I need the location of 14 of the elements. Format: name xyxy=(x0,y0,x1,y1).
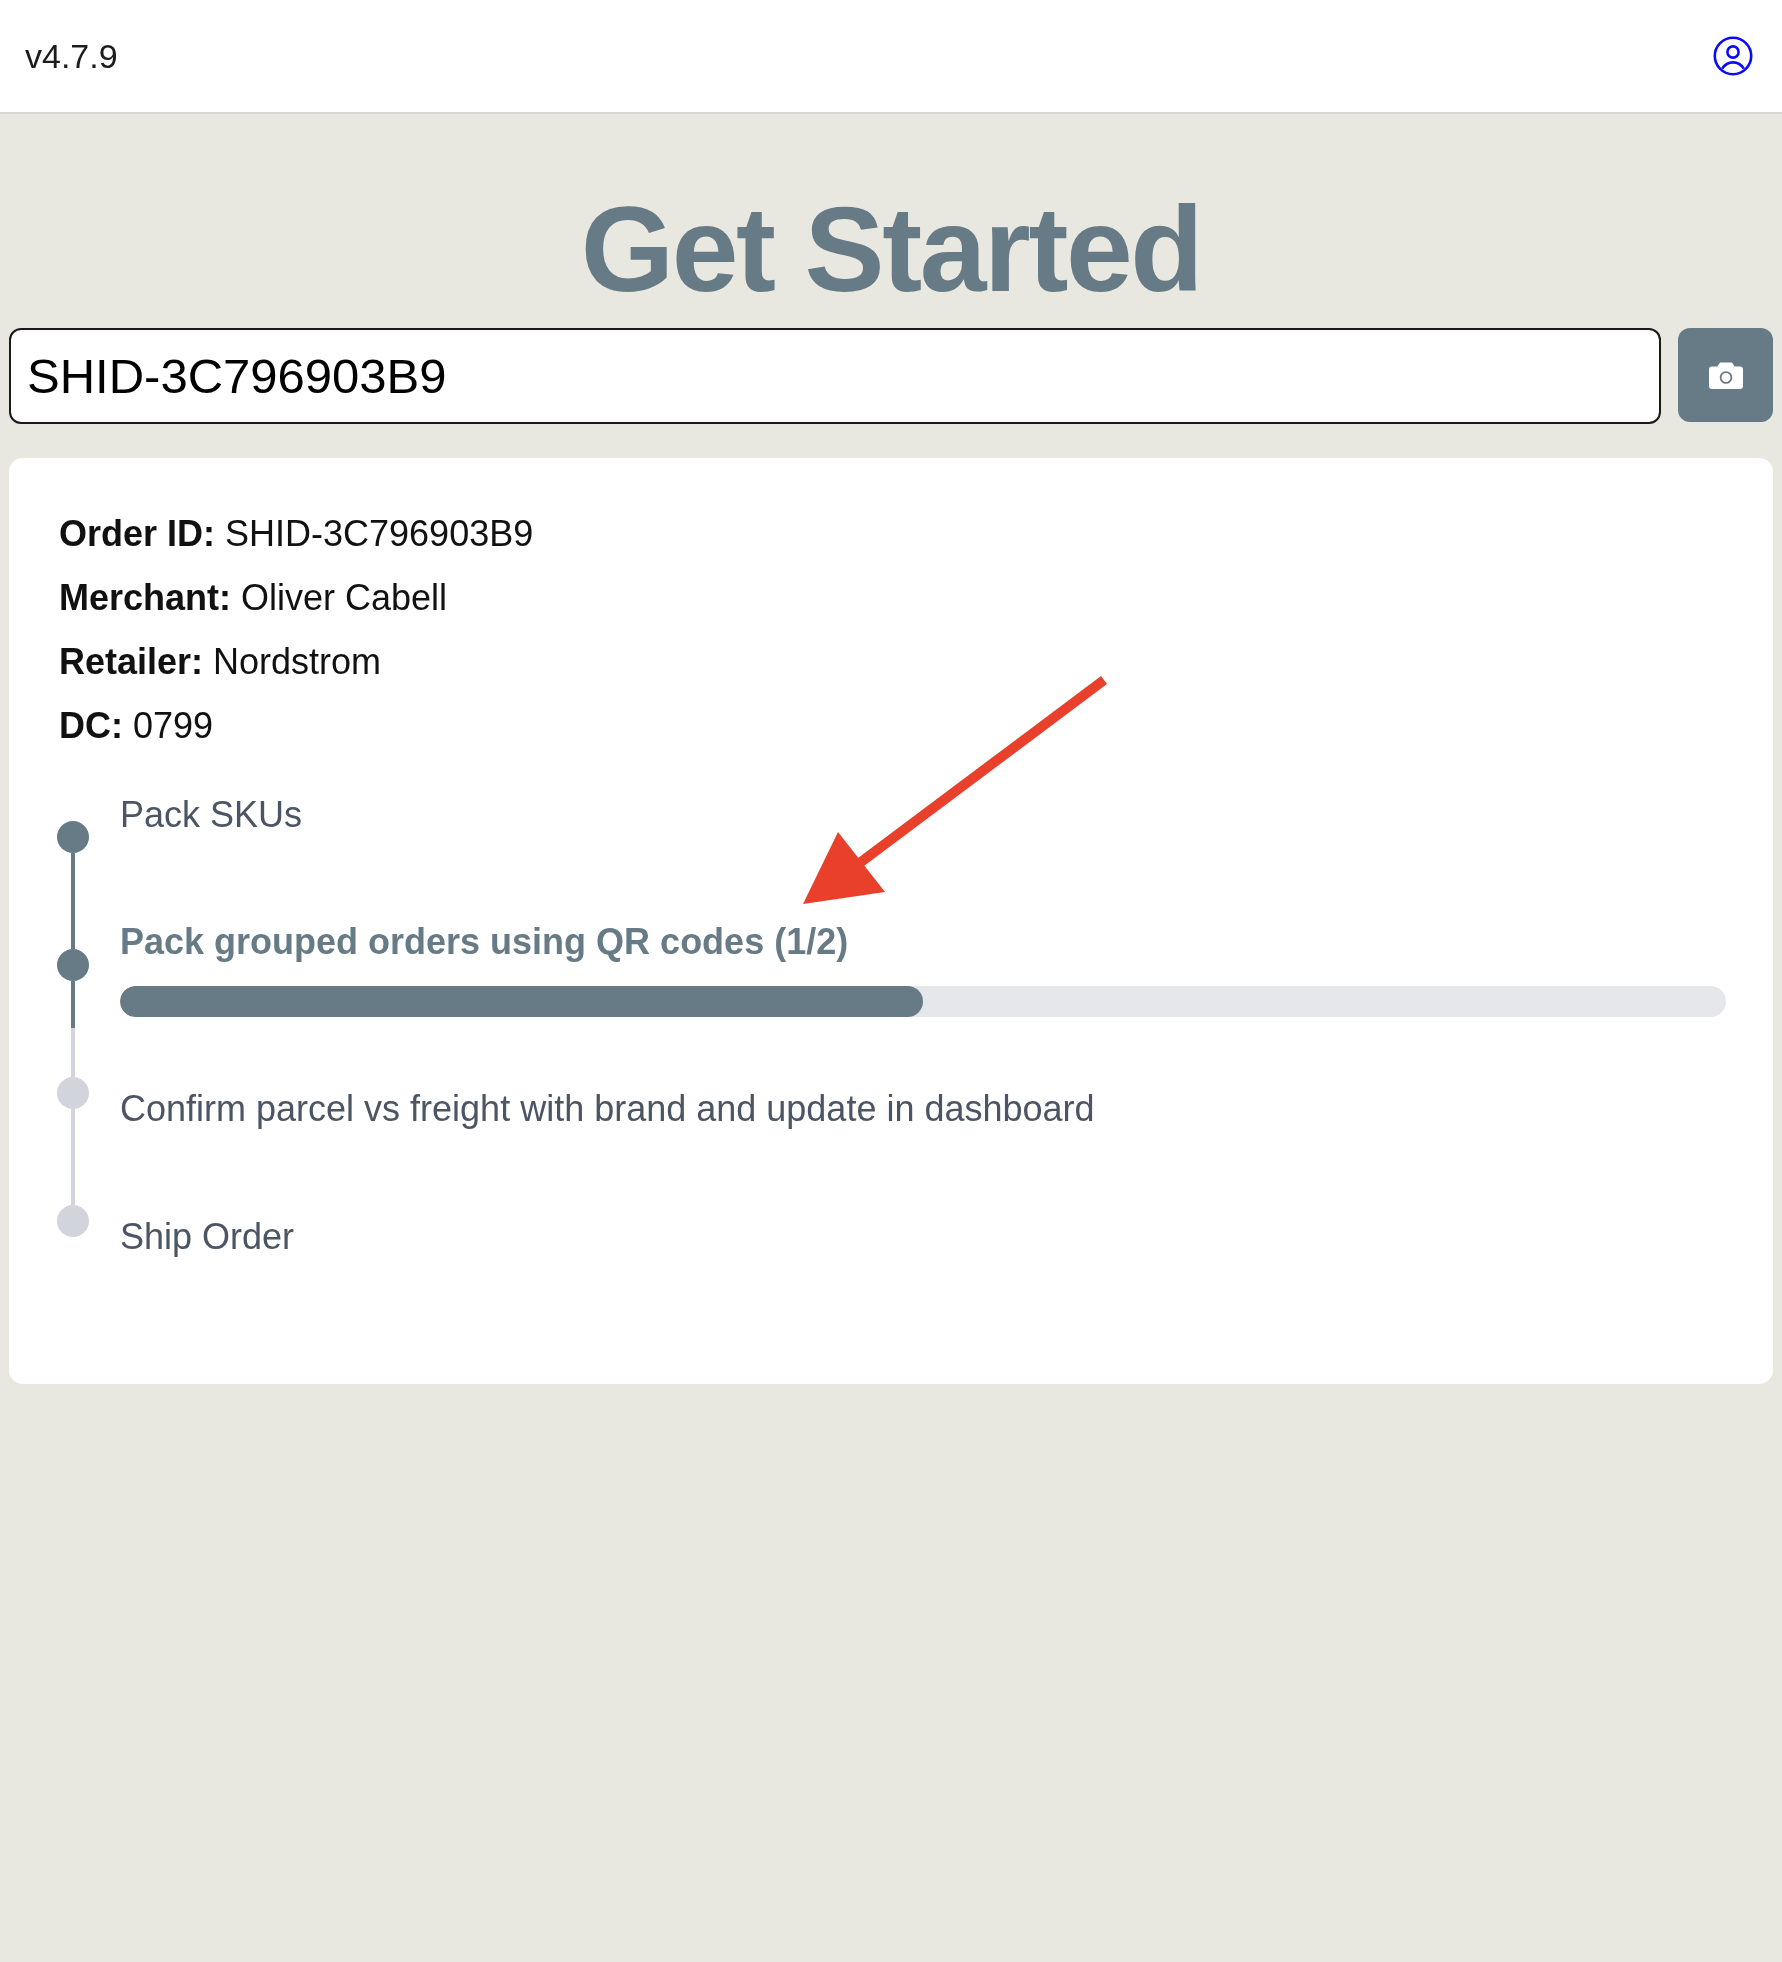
detail-line: Order ID: SHID-3C796903B9 xyxy=(59,512,534,556)
order-id-input[interactable]: SHID-3C796903B9 xyxy=(9,328,1661,424)
detail-line: Merchant: Oliver Cabell xyxy=(59,576,448,620)
camera-icon xyxy=(1708,361,1743,389)
detail-line: Retailer: Nordstrom xyxy=(59,640,382,684)
step-label: Confirm parcel vs freight with brand and update in dashboard xyxy=(120,1089,1095,1129)
detail-line: DC: 0799 xyxy=(59,704,214,748)
camera-button[interactable] xyxy=(1678,328,1773,422)
step-label: Ship Order xyxy=(120,1217,295,1257)
version-label: v4.7.9 xyxy=(25,35,118,77)
user-account-icon[interactable] xyxy=(1713,36,1753,76)
step-label: Pack SKUs xyxy=(120,795,303,835)
step-label: Pack grouped orders using QR codes (1/2) xyxy=(120,922,849,962)
page-title: Get Started xyxy=(580,181,1202,318)
